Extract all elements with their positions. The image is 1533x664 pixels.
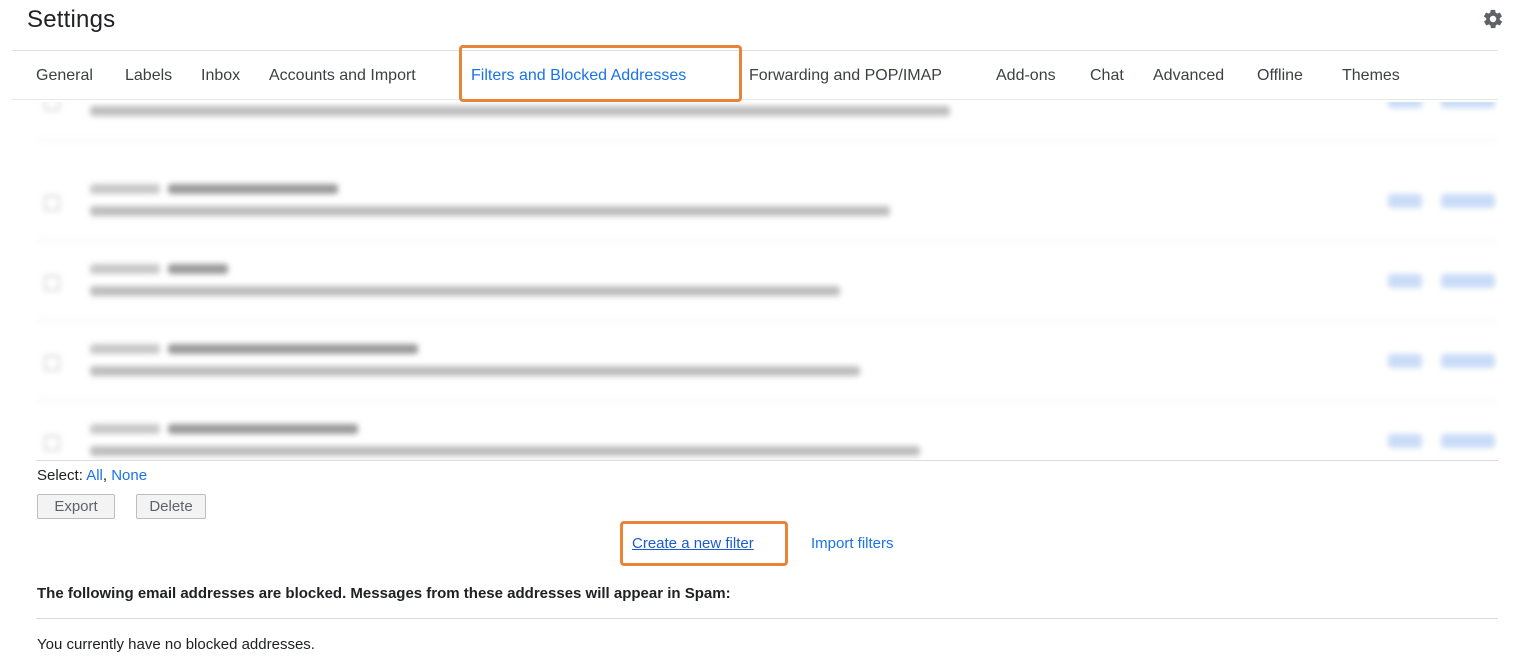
- filter-description: [90, 286, 840, 296]
- filter-row[interactable]: [36, 102, 1498, 141]
- filter-edit-button[interactable]: [1388, 102, 1422, 108]
- tab-themes[interactable]: Themes: [1342, 67, 1400, 85]
- filters-divider: [36, 460, 1498, 461]
- select-separator: ,: [102, 467, 108, 484]
- filter-edit-button[interactable]: [1388, 434, 1422, 448]
- filter-checkbox[interactable]: [44, 195, 60, 211]
- filter-row[interactable]: [36, 402, 1498, 460]
- blocked-divider: [36, 618, 1498, 619]
- settings-tabs: General Labels Inbox Accounts and Import…: [12, 50, 1498, 100]
- tab-inbox[interactable]: Inbox: [201, 67, 240, 85]
- tab-accounts-and-import[interactable]: Accounts and Import: [269, 67, 416, 85]
- tab-filters-and-blocked-addresses[interactable]: Filters and Blocked Addresses: [471, 67, 686, 85]
- tab-labels[interactable]: Labels: [125, 67, 172, 85]
- filter-delete-button[interactable]: [1441, 434, 1495, 448]
- filter-matches-value: [168, 344, 418, 354]
- filter-delete-button[interactable]: [1441, 102, 1495, 108]
- filter-matches-value: [168, 424, 358, 434]
- create-new-filter-link[interactable]: Create a new filter: [632, 535, 754, 552]
- tab-add-ons[interactable]: Add-ons: [996, 67, 1056, 85]
- filter-description: [90, 106, 950, 116]
- page-title: Settings: [27, 6, 116, 33]
- select-all-link[interactable]: All: [86, 467, 103, 484]
- filter-row[interactable]: [36, 242, 1498, 321]
- filter-checkbox[interactable]: [44, 435, 60, 451]
- filter-delete-button[interactable]: [1441, 354, 1495, 368]
- filter-checkbox[interactable]: [44, 275, 60, 291]
- blocked-addresses-heading: The following email addresses are blocke…: [37, 585, 731, 602]
- filter-edit-button[interactable]: [1388, 194, 1422, 208]
- filter-checkbox[interactable]: [44, 355, 60, 371]
- filter-row[interactable]: [36, 162, 1498, 241]
- blocked-addresses-empty: You currently have no blocked addresses.: [37, 636, 315, 653]
- filter-matches-label: [90, 344, 160, 354]
- select-controls: Select: All, None: [37, 467, 147, 484]
- filter-matches-value: [168, 184, 338, 194]
- filter-matches-value: [168, 264, 228, 274]
- filter-matches-label: [90, 184, 160, 194]
- filter-edit-button[interactable]: [1388, 354, 1422, 368]
- settings-header: Settings: [0, 0, 1533, 50]
- import-filters-link[interactable]: Import filters: [811, 535, 894, 552]
- tab-offline[interactable]: Offline: [1257, 67, 1303, 85]
- select-none-link[interactable]: None: [111, 467, 147, 484]
- delete-button[interactable]: Delete: [136, 494, 206, 519]
- filter-matches-label: [90, 264, 160, 274]
- settings-page: Settings General Labels Inbox Accounts a…: [0, 0, 1533, 664]
- filter-delete-button[interactable]: [1441, 194, 1495, 208]
- filter-row[interactable]: [36, 322, 1498, 401]
- filter-description: [90, 206, 890, 216]
- tab-advanced[interactable]: Advanced: [1153, 67, 1224, 85]
- filter-description: [90, 446, 920, 456]
- select-prefix: Select:: [37, 467, 83, 484]
- tab-chat[interactable]: Chat: [1090, 67, 1124, 85]
- gear-icon[interactable]: [1482, 8, 1504, 30]
- filter-list: [36, 102, 1498, 460]
- tab-forwarding-and-pop-imap[interactable]: Forwarding and POP/IMAP: [749, 67, 942, 85]
- export-button[interactable]: Export: [37, 494, 115, 519]
- filter-edit-button[interactable]: [1388, 274, 1422, 288]
- filter-description: [90, 366, 860, 376]
- filter-checkbox[interactable]: [44, 102, 60, 111]
- tab-general[interactable]: General: [36, 67, 93, 85]
- filter-matches-label: [90, 424, 160, 434]
- filter-delete-button[interactable]: [1441, 274, 1495, 288]
